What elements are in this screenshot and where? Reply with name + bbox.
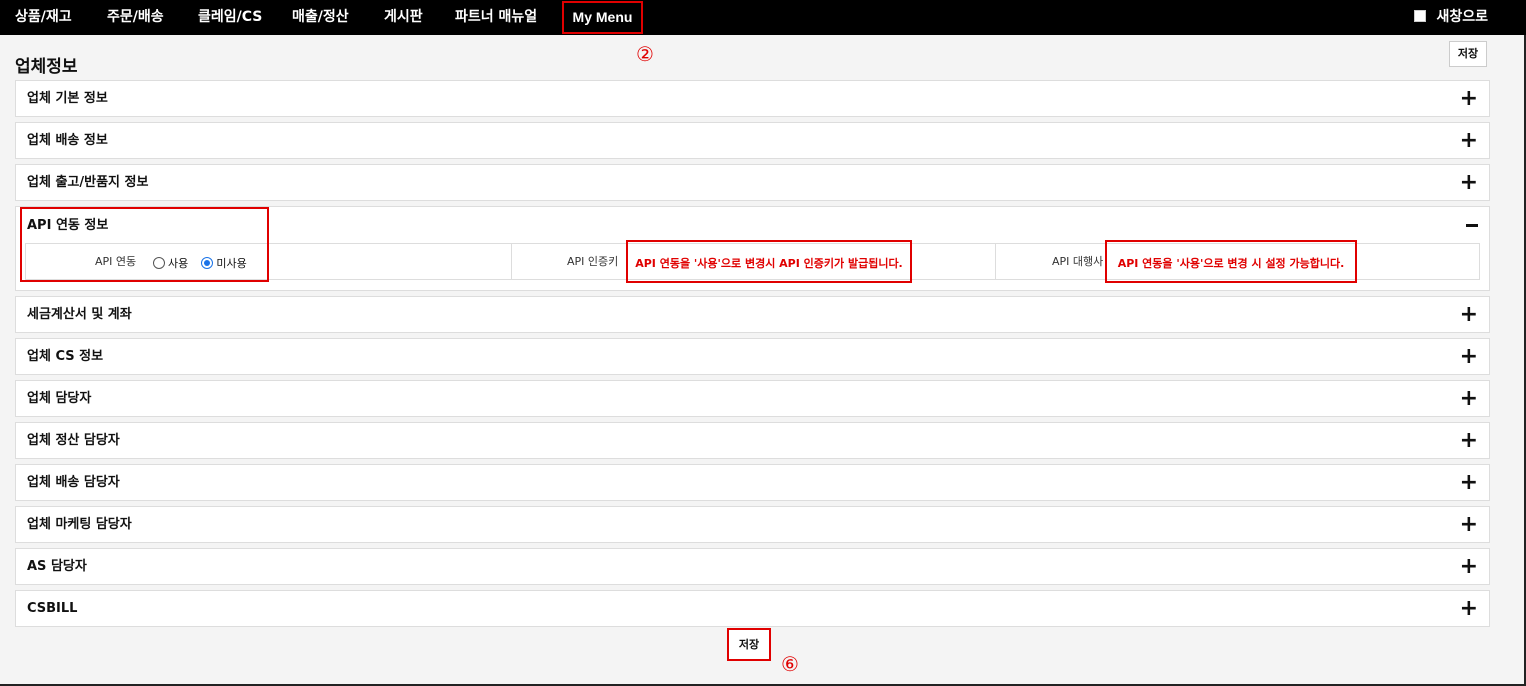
- panel-marketing-manager[interactable]: 업체 마케팅 담당자 +: [15, 506, 1490, 543]
- panel-csbill[interactable]: CSBILL +: [15, 590, 1490, 627]
- nav-board[interactable]: 게시판: [384, 0, 423, 35]
- panel-tax-invoice[interactable]: 세금계산서 및 계좌 +: [15, 296, 1490, 333]
- api-agent-label: API 대행사: [1052, 255, 1104, 268]
- nav-partner-manual[interactable]: 파트너 매뉴얼: [455, 0, 537, 35]
- panel-company-shipping[interactable]: 업체 배송 정보 +: [15, 122, 1490, 159]
- api-key-message: API 연동을 '사용'으로 변경시 API 인증키가 발급됩니다.: [635, 257, 903, 270]
- api-key-label: API 인증키: [567, 255, 619, 268]
- panel-title: 업체 배송 정보: [27, 133, 108, 148]
- panel-title: 세금계산서 및 계좌: [27, 307, 132, 322]
- new-window-label: 새창으로: [1436, 9, 1488, 25]
- expand-plus-icon[interactable]: +: [1460, 507, 1478, 542]
- expand-plus-icon[interactable]: +: [1460, 549, 1478, 584]
- page-title: 업체정보: [15, 57, 78, 77]
- new-window-checkbox[interactable]: [1414, 10, 1427, 22]
- save-button-bottom[interactable]: 저장: [727, 628, 771, 661]
- nav-claims[interactable]: 클레임/CS: [198, 0, 262, 35]
- panel-company-cs[interactable]: 업체 CS 정보 +: [15, 338, 1490, 375]
- panel-company-return-address[interactable]: 업체 출고/반품지 정보 +: [15, 164, 1490, 201]
- expand-plus-icon[interactable]: +: [1460, 591, 1478, 626]
- panel-title: 업체 배송 담당자: [27, 475, 120, 490]
- panel-company-basic[interactable]: 업체 기본 정보 +: [15, 80, 1490, 117]
- nav-sales[interactable]: 매출/정산: [292, 0, 349, 35]
- collapse-minus-icon[interactable]: [1466, 224, 1478, 227]
- expand-plus-icon[interactable]: +: [1460, 381, 1478, 416]
- panel-company-manager[interactable]: 업체 담당자 +: [15, 380, 1490, 417]
- expand-plus-icon[interactable]: +: [1460, 339, 1478, 374]
- panel-shipping-manager[interactable]: 업체 배송 담당자 +: [15, 464, 1490, 501]
- panel-title: 업체 출고/반품지 정보: [27, 175, 149, 190]
- expand-plus-icon[interactable]: +: [1460, 423, 1478, 458]
- panel-title: 업체 마케팅 담당자: [27, 517, 132, 532]
- panel-title: 업체 기본 정보: [27, 91, 108, 106]
- api-agent-message: API 연동을 '사용'으로 변경 시 설정 가능합니다.: [1117, 257, 1345, 270]
- panel-title: CSBILL: [27, 601, 78, 616]
- top-navigation: 상품/재고 주문/배송 클레임/CS 매출/정산 게시판 파트너 매뉴얼 My …: [0, 0, 1526, 35]
- panel-as-manager[interactable]: AS 담당자 +: [15, 548, 1490, 585]
- panel-title: AS 담당자: [27, 559, 87, 574]
- annotation-2: ②: [636, 42, 654, 66]
- expand-plus-icon[interactable]: +: [1460, 297, 1478, 332]
- nav-my-menu[interactable]: My Menu: [562, 1, 643, 34]
- expand-plus-icon[interactable]: +: [1460, 465, 1478, 500]
- save-button-top[interactable]: 저장: [1449, 41, 1487, 67]
- annotation-6: ⑥: [781, 652, 799, 676]
- highlight-api-link: [20, 207, 269, 282]
- panel-title: 업체 정산 담당자: [27, 433, 120, 448]
- expand-plus-icon[interactable]: +: [1460, 81, 1478, 116]
- expand-plus-icon[interactable]: +: [1460, 123, 1478, 158]
- new-window-toggle[interactable]: 새창으로: [1414, 0, 1488, 35]
- expand-plus-icon[interactable]: +: [1460, 165, 1478, 200]
- nav-orders[interactable]: 주문/배송: [107, 0, 164, 35]
- panel-title: 업체 담당자: [27, 391, 92, 406]
- panel-settlement-manager[interactable]: 업체 정산 담당자 +: [15, 422, 1490, 459]
- panel-title: 업체 CS 정보: [27, 349, 104, 364]
- nav-products[interactable]: 상품/재고: [15, 0, 72, 35]
